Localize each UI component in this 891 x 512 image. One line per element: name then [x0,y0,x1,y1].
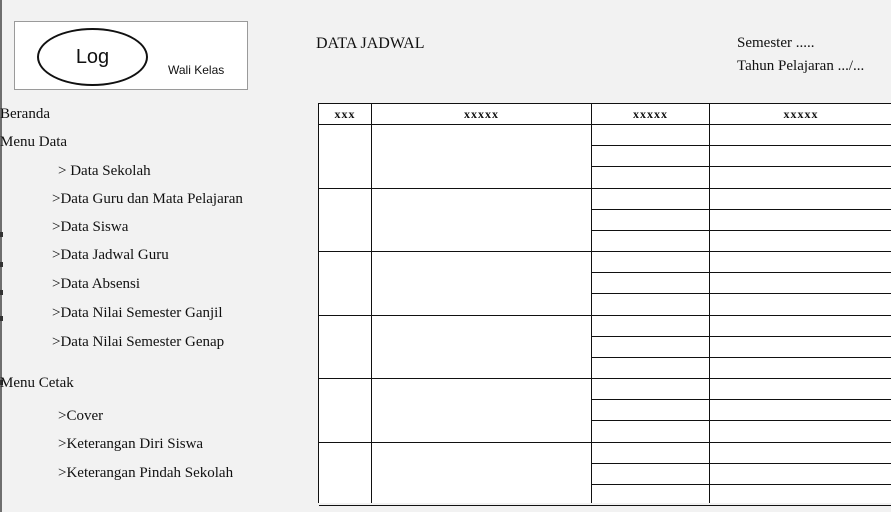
table-cell [710,464,891,484]
table-cell [592,231,709,251]
table-cell [710,485,891,505]
table-cell [592,464,709,484]
table-cell [592,400,709,420]
edge-tick [0,262,3,267]
table-cell [710,231,891,251]
table-cell [710,189,891,209]
table-cell [710,146,891,166]
edge-tick [0,232,3,237]
table-header-cell: xxxxx [633,107,668,121]
edge-tick [0,316,3,321]
academic-year-label: Tahun Pelajaran .../... [737,58,865,74]
table-cell [710,294,891,314]
table-cell [710,316,891,336]
table-cell [372,189,591,252]
schedule-table: xxx xxxxx xxxxx xxxxx [318,103,891,506]
table-cell [710,167,891,187]
sidebar-item-data-sekolah[interactable]: > Data Sekolah [58,163,151,180]
table-cell [592,421,709,441]
table-cell [592,358,709,378]
table-cell [372,125,591,188]
sidebar-item-keterangan-pindah[interactable]: >Keterangan Pindah Sekolah [58,465,233,482]
table-cell [710,379,891,399]
table-cell [710,421,891,441]
sidebar-item-data-absensi[interactable]: >Data Absensi [52,276,140,293]
table-cell [319,125,371,188]
table-cell [319,443,371,506]
table-cell [710,273,891,293]
table-cell [592,125,709,145]
semester-label: Semester ..... [737,35,815,51]
sidebar-item-data-jadwal-guru[interactable]: >Data Jadwal Guru [52,247,169,264]
table-cell [372,379,591,442]
table-cell [592,273,709,293]
table-cell [592,210,709,230]
table-header-cell: xxxxx [783,107,819,121]
table-cell [592,443,709,463]
table-cell [592,252,709,272]
table-cell [710,337,891,357]
sidebar-heading-menu-cetak: Menu Cetak [0,375,74,391]
table-cell [319,252,371,315]
table-cell [592,379,709,399]
table-cell [592,189,709,209]
sidebar-item-data-siswa[interactable]: >Data Siswa [52,219,128,236]
table-cell [372,316,591,379]
table-cell [710,252,891,272]
window-left-edge [0,0,3,512]
table-cell [592,485,709,505]
group-row-border [319,505,891,506]
sidebar-item-keterangan-diri[interactable]: >Keterangan Diri Siswa [58,436,203,453]
table-cell [710,400,891,420]
table-cell [710,210,891,230]
table-cell [319,189,371,252]
table-cell [319,316,371,379]
table-header-cell: xxx [334,107,356,121]
table-header-cell: xxxxx [464,107,499,121]
sidebar-item-beranda[interactable]: Beranda [0,106,50,123]
table-cell [592,316,709,336]
page-title: DATA JADWAL [316,35,425,52]
sidebar-item-data-guru[interactable]: >Data Guru dan Mata Pelajaran [52,191,243,208]
table-cell [592,294,709,314]
table-cell [372,252,591,315]
logo-text: Log [75,45,110,68]
table-cell [592,167,709,187]
logo[interactable]: Log [37,28,148,86]
table-cell [592,337,709,357]
table-cell [319,379,371,442]
sidebar-item-cover[interactable]: >Cover [58,408,103,425]
table-cell [710,358,891,378]
user-role-label: Wali Kelas [168,63,225,77]
table-cell [710,443,891,463]
table-cell [710,125,891,145]
table-cell [592,146,709,166]
sidebar-heading-menu-data: Menu Data [0,134,68,150]
header-logo-box: Log Wali Kelas [14,21,248,90]
edge-tick [0,290,3,295]
table-cell [372,443,591,506]
sidebar-item-nilai-ganjil[interactable]: >Data Nilai Semester Ganjil [52,305,223,322]
sidebar-item-nilai-genap[interactable]: >Data Nilai Semester Genap [52,334,224,351]
